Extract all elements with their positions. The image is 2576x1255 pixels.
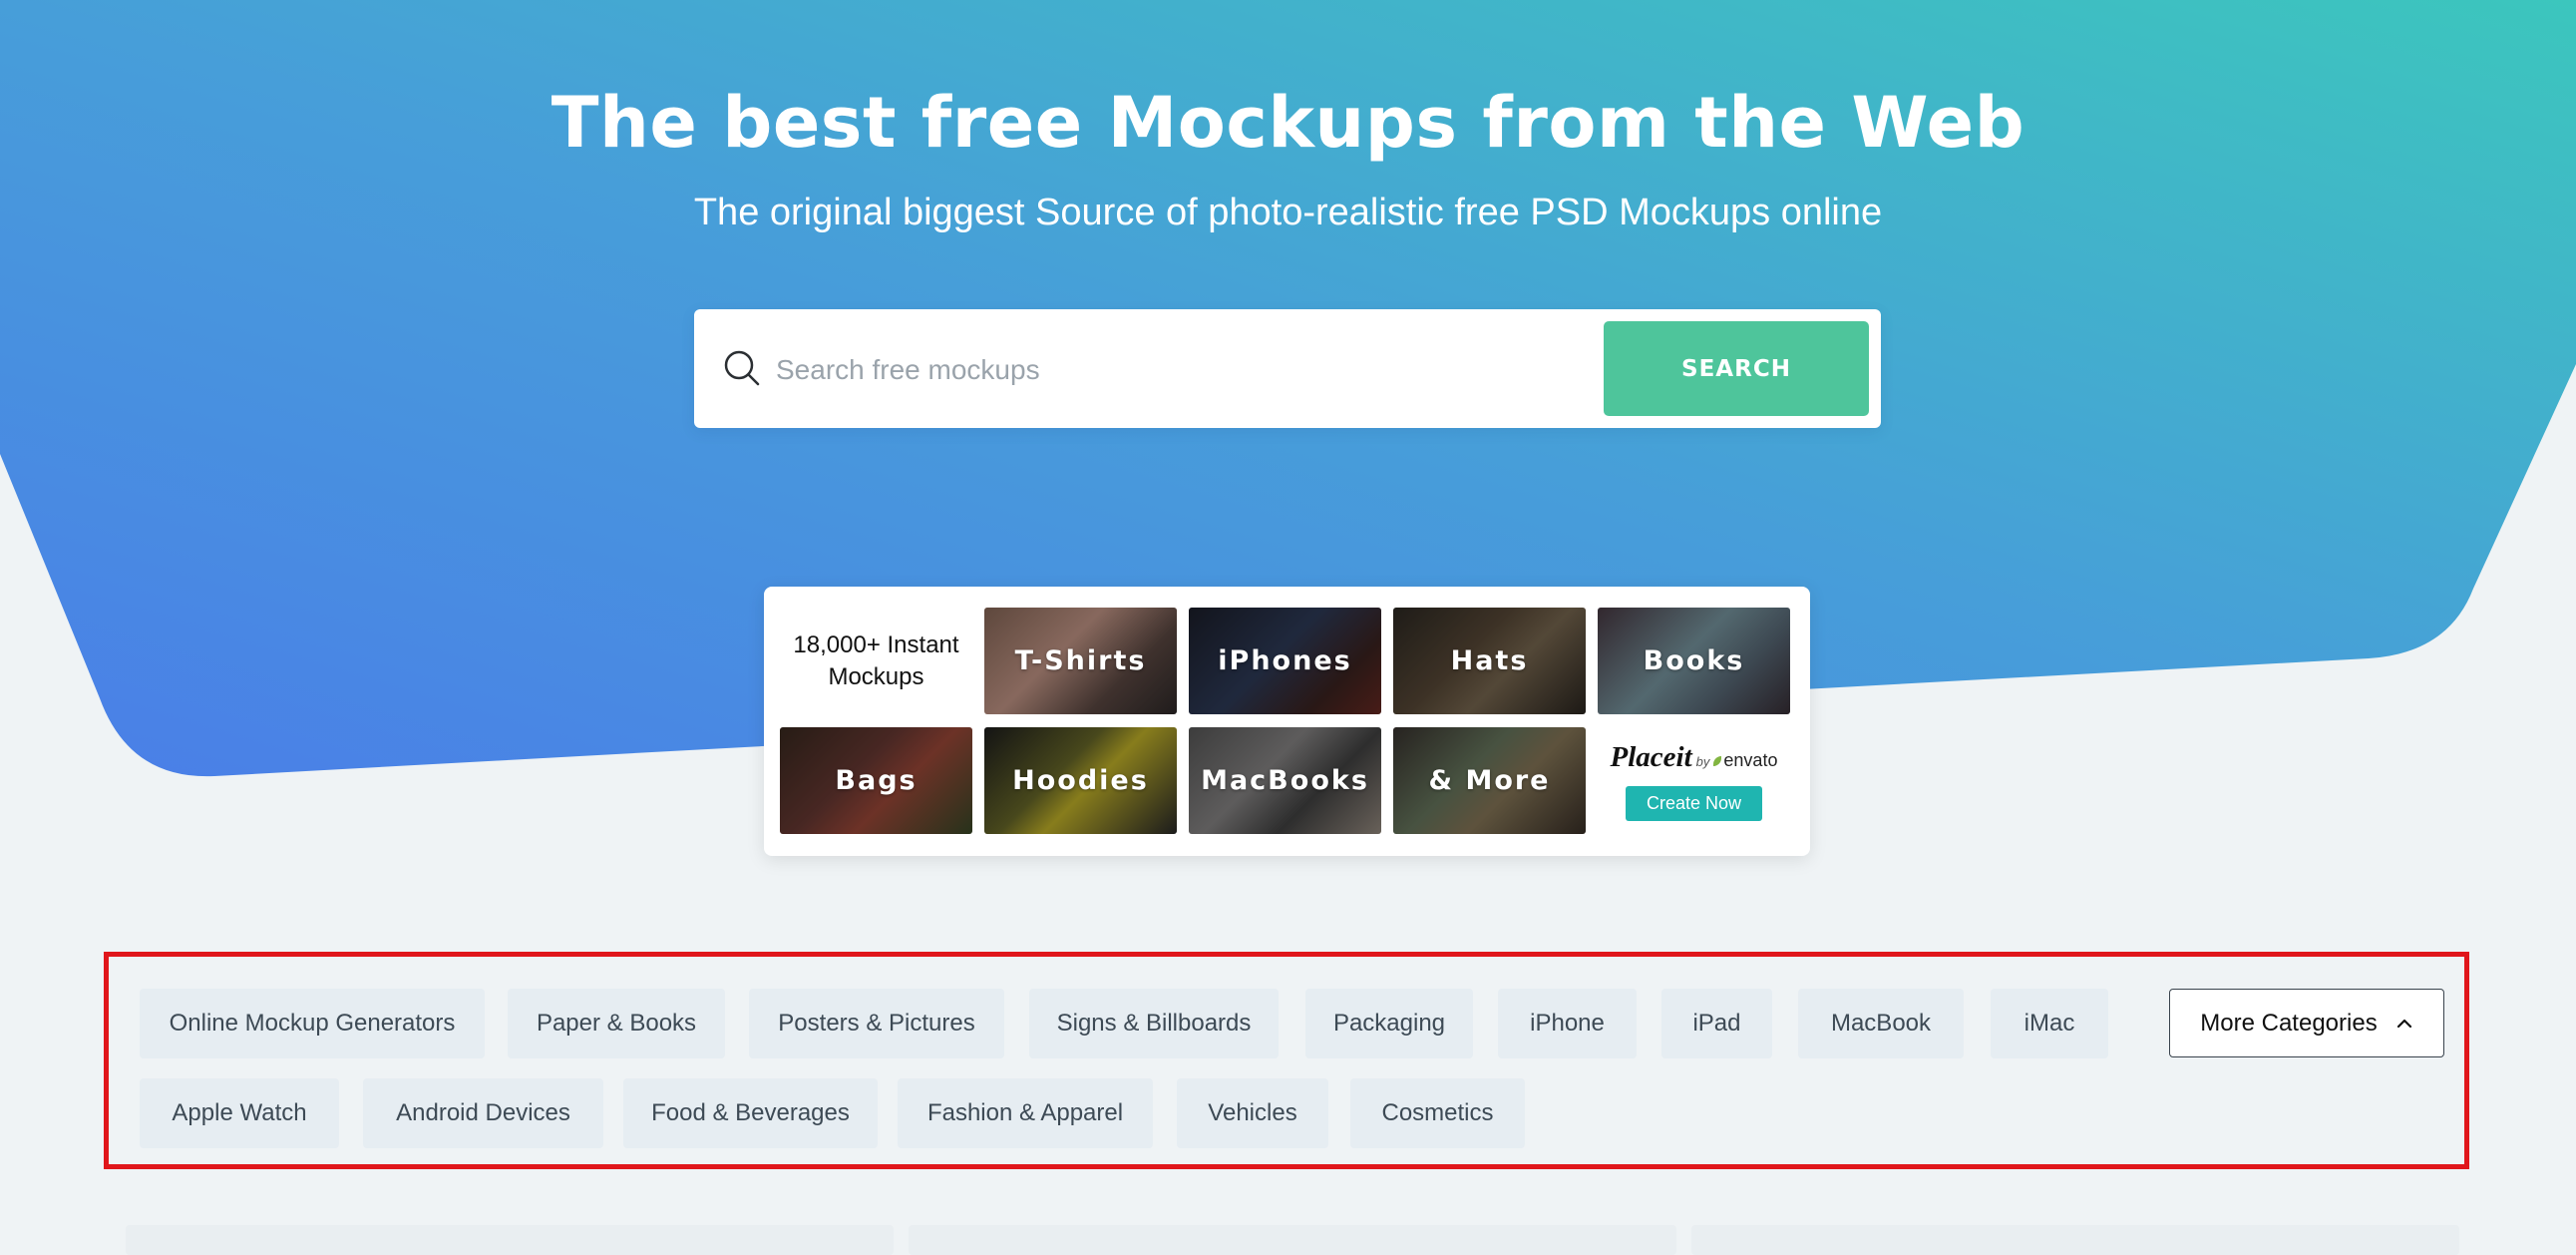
category-chip-packaging[interactable]: Packaging: [1305, 989, 1473, 1058]
promo-intro-line1: 18,000+ Instant: [793, 630, 959, 658]
placeit-tile[interactable]: Placeit by envato Create Now: [1598, 727, 1790, 834]
category-chip-vehicles[interactable]: Vehicles: [1177, 1078, 1328, 1148]
category-chip-iphone[interactable]: iPhone: [1498, 989, 1637, 1058]
promo-tile-books[interactable]: Books: [1598, 608, 1790, 714]
category-chip-paper-books[interactable]: Paper & Books: [508, 989, 725, 1058]
category-chip-apple-watch[interactable]: Apple Watch: [140, 1078, 339, 1148]
category-chip-android-devices[interactable]: Android Devices: [363, 1078, 603, 1148]
promo-tile-label: Hoodies: [1012, 765, 1149, 796]
promo-tile-hoodies[interactable]: Hoodies: [984, 727, 1177, 834]
more-categories-label: More Categories: [2200, 1009, 2378, 1037]
promo-tile-macbooks[interactable]: MacBooks: [1189, 727, 1381, 834]
promo-tile-hats[interactable]: Hats: [1393, 608, 1586, 714]
search-input[interactable]: [774, 339, 1496, 401]
category-chip-online-mockup-generators[interactable]: Online Mockup Generators: [140, 989, 485, 1058]
promo-intro-text: 18,000+ Instant Mockups: [780, 608, 972, 714]
category-chip-fashion-apparel[interactable]: Fashion & Apparel: [898, 1078, 1153, 1148]
content-card-preview: [126, 1225, 894, 1255]
envato-text: envato: [1723, 749, 1778, 770]
promo-tile-label: Books: [1643, 645, 1745, 676]
content-card-preview: [909, 1225, 1676, 1255]
category-chip-cosmetics[interactable]: Cosmetics: [1350, 1078, 1525, 1148]
promo-tile-more[interactable]: & More: [1393, 727, 1586, 834]
promo-tile-label: & More: [1428, 765, 1551, 796]
envato-wordmark: envato: [1713, 750, 1777, 771]
placeit-by: by: [1695, 753, 1710, 769]
category-chip-signs-billboards[interactable]: Signs & Billboards: [1029, 989, 1279, 1058]
placeit-wordmark: Placeit: [1610, 740, 1692, 773]
placeit-promo-card: 18,000+ Instant Mockups T-Shirts iPhones …: [764, 587, 1810, 856]
hero-title: The best free Mockups from the Web: [551, 82, 2025, 164]
search-icon: [724, 350, 760, 386]
envato-leaf-icon: [1713, 755, 1722, 766]
promo-intro-line2: Mockups: [828, 662, 924, 690]
promo-tile-label: iPhones: [1218, 645, 1352, 676]
hero-subtitle: The original biggest Source of photo-rea…: [693, 192, 1883, 233]
promo-tile-iphones[interactable]: iPhones: [1189, 608, 1381, 714]
promo-tile-bags[interactable]: Bags: [780, 727, 972, 834]
search-button[interactable]: SEARCH: [1604, 321, 1869, 416]
search-bar: SEARCH: [694, 309, 1881, 428]
category-chip-macbook[interactable]: MacBook: [1798, 989, 1964, 1058]
promo-tile-label: MacBooks: [1201, 765, 1369, 796]
placeit-logo: Placeit by envato: [1611, 741, 1778, 774]
category-chip-posters-pictures[interactable]: Posters & Pictures: [749, 989, 1004, 1058]
promo-tile-label: T-Shirts: [1014, 645, 1147, 676]
content-card-preview: [1691, 1225, 2459, 1255]
category-chip-imac[interactable]: iMac: [1991, 989, 2108, 1058]
promo-tile-label: Bags: [835, 765, 918, 796]
promo-tile-label: Hats: [1450, 645, 1529, 676]
category-chip-food-beverages[interactable]: Food & Beverages: [623, 1078, 878, 1148]
chevron-up-icon: [2396, 1019, 2411, 1028]
create-now-button[interactable]: Create Now: [1626, 785, 1762, 821]
more-categories-button[interactable]: More Categories: [2169, 989, 2444, 1057]
promo-tile-tshirts[interactable]: T-Shirts: [984, 608, 1177, 714]
category-chip-ipad[interactable]: iPad: [1661, 989, 1772, 1058]
category-filter-panel: Online Mockup Generators Paper & Books P…: [104, 952, 2469, 1169]
